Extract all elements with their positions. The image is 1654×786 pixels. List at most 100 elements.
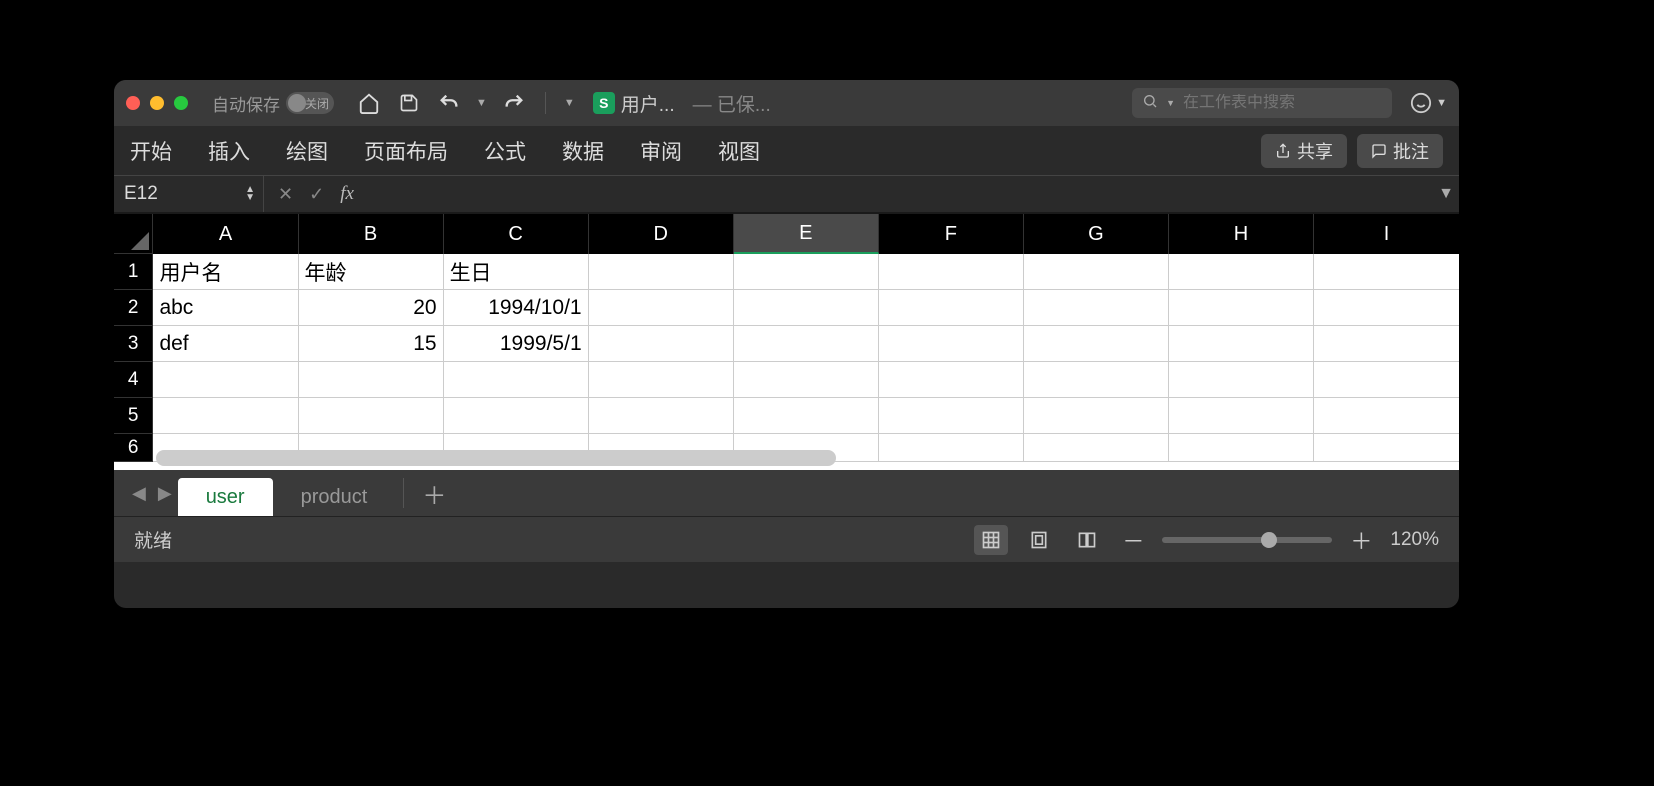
cell-b1[interactable]: 年龄: [299, 254, 444, 290]
zoom-out-button[interactable]: －: [1118, 524, 1148, 556]
search-box[interactable]: ▼: [1132, 88, 1392, 118]
namebox-stepper[interactable]: ▲▼: [245, 186, 255, 202]
tab-draw[interactable]: 绘图: [286, 136, 328, 166]
cell-c5[interactable]: [444, 398, 589, 434]
row-header-3[interactable]: 3: [114, 326, 153, 362]
cell-e5[interactable]: [734, 398, 879, 434]
cell-i5[interactable]: [1314, 398, 1459, 434]
cell-i6[interactable]: [1314, 434, 1459, 462]
tab-formula[interactable]: 公式: [484, 136, 526, 166]
zoom-slider[interactable]: [1162, 537, 1332, 543]
tab-view[interactable]: 视图: [718, 136, 760, 166]
close-button[interactable]: [126, 96, 140, 110]
cell-e2[interactable]: [734, 290, 879, 326]
cell-a3[interactable]: def: [153, 326, 298, 362]
cell-c1[interactable]: 生日: [444, 254, 589, 290]
tab-home[interactable]: 开始: [130, 136, 172, 166]
col-header-e[interactable]: E: [734, 214, 879, 254]
cell-b3[interactable]: 15: [299, 326, 444, 362]
maximize-button[interactable]: [174, 96, 188, 110]
undo-icon[interactable]: [436, 90, 462, 116]
zoom-thumb[interactable]: [1261, 532, 1277, 548]
cell-i4[interactable]: [1314, 362, 1459, 398]
cell-g4[interactable]: [1024, 362, 1169, 398]
row-header-6[interactable]: 6: [114, 434, 153, 462]
cell-g1[interactable]: [1024, 254, 1169, 290]
cell-h3[interactable]: [1169, 326, 1314, 362]
cell-e1[interactable]: [734, 254, 879, 290]
cell-f3[interactable]: [879, 326, 1024, 362]
feedback-button[interactable]: ▼: [1410, 92, 1447, 114]
formula-expand-icon[interactable]: ▼: [1433, 185, 1459, 203]
comment-button[interactable]: 批注: [1357, 134, 1443, 168]
col-header-i[interactable]: I: [1314, 214, 1459, 254]
autosave-toggle[interactable]: 关闭: [286, 92, 334, 114]
search-input[interactable]: [1183, 94, 1390, 112]
tab-layout[interactable]: 页面布局: [364, 136, 448, 166]
fx-icon[interactable]: fx: [340, 183, 354, 205]
cell-e4[interactable]: [734, 362, 879, 398]
undo-dropdown-icon[interactable]: ▼: [476, 97, 487, 109]
select-all-corner[interactable]: [114, 214, 153, 254]
cell-d3[interactable]: [589, 326, 734, 362]
cell-a4[interactable]: [153, 362, 298, 398]
col-header-f[interactable]: F: [879, 214, 1024, 254]
col-header-b[interactable]: B: [299, 214, 444, 254]
cell-d2[interactable]: [589, 290, 734, 326]
cell-c4[interactable]: [444, 362, 589, 398]
cell-f2[interactable]: [879, 290, 1024, 326]
cell-h6[interactable]: [1169, 434, 1314, 462]
cell-f5[interactable]: [879, 398, 1024, 434]
cell-i1[interactable]: [1314, 254, 1459, 290]
sheet-nav-next[interactable]: ▶: [152, 483, 178, 504]
formula-input[interactable]: [368, 176, 1433, 212]
col-header-a[interactable]: A: [153, 214, 298, 254]
cell-b5[interactable]: [299, 398, 444, 434]
name-box[interactable]: E12 ▲▼: [114, 176, 264, 212]
cell-g3[interactable]: [1024, 326, 1169, 362]
tab-review[interactable]: 审阅: [640, 136, 682, 166]
cell-h5[interactable]: [1169, 398, 1314, 434]
col-header-c[interactable]: C: [444, 214, 589, 254]
zoom-level[interactable]: 120%: [1390, 529, 1439, 551]
save-icon[interactable]: [396, 90, 422, 116]
cell-b4[interactable]: [299, 362, 444, 398]
add-sheet-button[interactable]: ＋: [403, 478, 464, 508]
col-header-d[interactable]: D: [589, 214, 734, 254]
cell-a1[interactable]: 用户名: [153, 254, 298, 290]
cell-a2[interactable]: abc: [153, 290, 298, 326]
cell-i3[interactable]: [1314, 326, 1459, 362]
minimize-button[interactable]: [150, 96, 164, 110]
cell-d4[interactable]: [589, 362, 734, 398]
sheet-tab-user[interactable]: user: [178, 478, 273, 516]
sheet-nav-prev[interactable]: ◀: [126, 483, 152, 504]
col-header-g[interactable]: G: [1024, 214, 1169, 254]
cell-c2[interactable]: 1994/10/1: [444, 290, 589, 326]
customize-dropdown-icon[interactable]: ▼: [564, 97, 575, 109]
zoom-in-button[interactable]: ＋: [1346, 524, 1376, 556]
accept-formula-icon[interactable]: ✓: [309, 184, 324, 205]
cell-c3[interactable]: 1999/5/1: [444, 326, 589, 362]
search-dropdown-icon[interactable]: ▼: [1166, 98, 1175, 108]
redo-icon[interactable]: [501, 90, 527, 116]
cell-g6[interactable]: [1024, 434, 1169, 462]
sheet-tab-product[interactable]: product: [273, 478, 396, 516]
view-page-icon[interactable]: [1022, 525, 1056, 555]
cell-e3[interactable]: [734, 326, 879, 362]
cell-f6[interactable]: [879, 434, 1024, 462]
cancel-formula-icon[interactable]: ✕: [278, 184, 293, 205]
cell-f1[interactable]: [879, 254, 1024, 290]
cell-b2[interactable]: 20: [299, 290, 444, 326]
view-normal-icon[interactable]: [974, 525, 1008, 555]
tab-data[interactable]: 数据: [562, 136, 604, 166]
tab-insert[interactable]: 插入: [208, 136, 250, 166]
share-button[interactable]: 共享: [1261, 134, 1347, 168]
col-header-h[interactable]: H: [1169, 214, 1314, 254]
view-break-icon[interactable]: [1070, 525, 1104, 555]
spreadsheet-grid[interactable]: A B C D E F G H I 1 用户名 年龄 生日 2 abc 20 1…: [114, 214, 1459, 470]
cell-f4[interactable]: [879, 362, 1024, 398]
cell-h1[interactable]: [1169, 254, 1314, 290]
cell-g2[interactable]: [1024, 290, 1169, 326]
cell-d5[interactable]: [589, 398, 734, 434]
row-header-5[interactable]: 5: [114, 398, 153, 434]
